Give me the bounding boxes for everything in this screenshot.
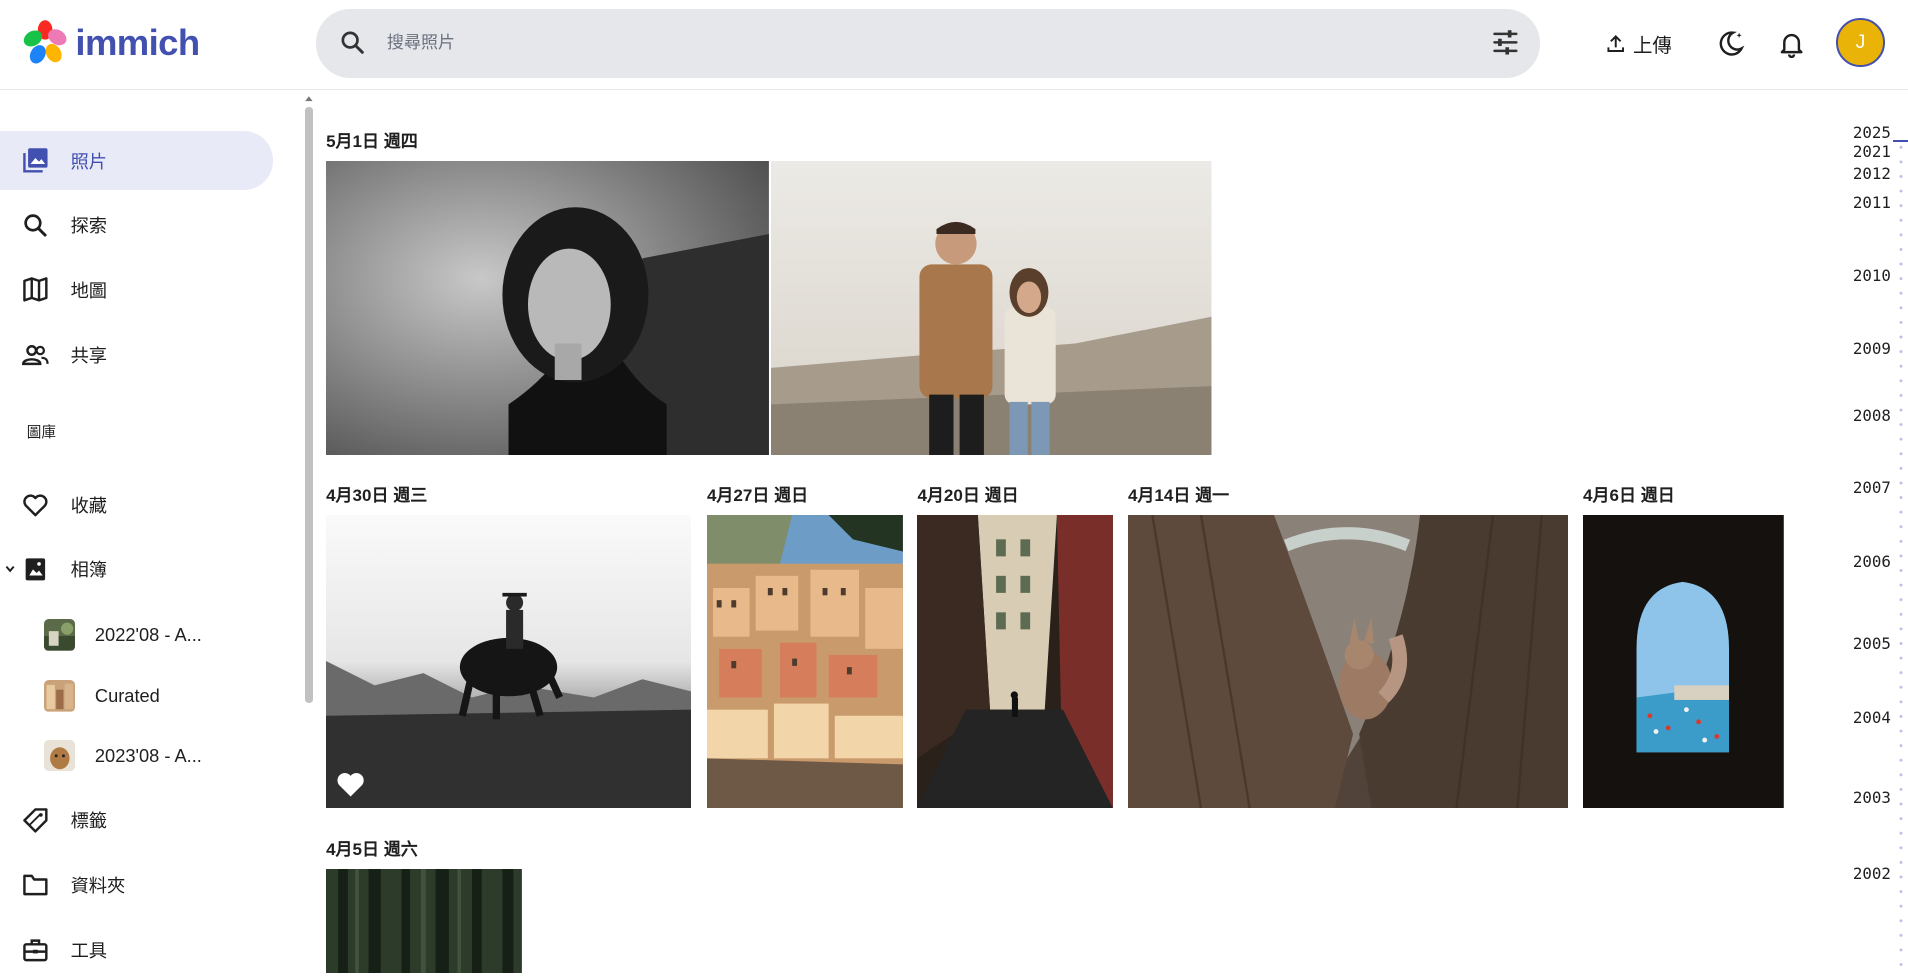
toolbox-icon [0,937,71,964]
user-avatar[interactable]: J [1836,18,1885,67]
photos-icon [0,147,71,174]
tag-icon [0,807,71,834]
sidebar-scrollbar[interactable] [304,95,314,977]
scrollbar-thumb[interactable] [305,107,313,704]
sidebar-item-label: 資料夾 [70,874,126,896]
photo-thumbnail[interactable] [326,868,522,974]
scrubber-dots [1899,139,1904,977]
date-group-label: 4月30日 週三 [326,485,428,505]
photo-timeline: 5月1日 週四 4月30日 週三 4月27日 週日 4月20日 週日 4月14日… [314,91,1835,977]
date-group-label: 5月1日 週四 [326,131,418,151]
map-icon [0,276,71,303]
upload-button[interactable]: 上傳 [1596,27,1681,61]
sidebar-item-favorites[interactable]: 收藏 [0,476,273,534]
favorite-heart-icon[interactable] [336,771,365,798]
bell-icon [1780,34,1803,59]
year-label[interactable]: 2002 [1853,864,1891,883]
year-label[interactable]: 2003 [1853,788,1891,807]
sidebar-item-label: 共享 [70,345,108,367]
year-label[interactable]: 2004 [1853,708,1891,727]
immich-logo-icon [23,20,67,64]
heart-icon [0,492,71,519]
app-name: immich [75,21,200,63]
year-label[interactable]: 2008 [1853,406,1891,425]
photo-thumbnail[interactable] [1583,514,1784,808]
search-icon[interactable] [338,28,367,63]
scroll-up-icon[interactable] [304,95,314,102]
sidebar-item-explore[interactable]: 探索 [0,196,273,254]
sidebar-item-utilities[interactable]: 工具 [0,921,273,977]
sidebar-item-albums[interactable]: 相簿 [0,540,273,598]
photo-thumbnail[interactable] [326,160,769,456]
theme-toggle-button[interactable] [1713,27,1747,61]
app-logo[interactable]: immich [22,19,200,65]
album-thumbnail [43,619,76,651]
sidebar: 照片 探索 地圖 共享 圖庫 收藏 相簿 2022'08 - A... Cura… [0,91,302,977]
album-label: 2023'08 - A... [94,744,202,766]
sidebar-item-tags[interactable]: 標籤 [0,791,273,849]
sidebar-item-photos[interactable]: 照片 [0,131,273,190]
sidebar-item-label: 工具 [70,940,108,962]
folder-icon [0,871,71,898]
year-label[interactable]: 2005 [1853,634,1891,653]
library-section-title: 圖庫 [26,425,56,441]
search-icon [0,212,71,239]
sidebar-item-label: 探索 [70,215,108,237]
album-label: 2022'08 - A... [94,624,202,646]
album-item[interactable]: Curated [43,672,273,721]
year-label[interactable]: 2012 [1853,164,1891,183]
sidebar-item-map[interactable]: 地圖 [0,260,273,318]
sidebar-item-label: 相簿 [70,559,108,581]
upload-label: 上傳 [1632,35,1672,58]
search-bar[interactable] [316,8,1541,78]
album-label: Curated [94,684,160,706]
date-group-label: 4月20日 週日 [917,485,1019,505]
photo-thumbnail[interactable] [1127,514,1569,808]
search-input[interactable] [386,25,1458,60]
year-label[interactable]: 2009 [1853,339,1891,358]
date-group-label: 4月5日 週六 [326,839,418,859]
year-label[interactable]: 2025 [1853,123,1891,142]
sidebar-item-label: 照片 [70,150,108,172]
album-thumbnail [43,680,76,712]
app-root: immich 上傳 J 照片 [0,0,1908,977]
top-bar: immich 上傳 J [0,0,1908,91]
sidebar-item-label: 收藏 [70,494,108,516]
sidebar-item-label: 標籤 [70,810,108,832]
sidebar-item-folders[interactable]: 資料夾 [0,855,273,913]
year-label[interactable]: 2021 [1853,142,1891,161]
photo-thumbnail[interactable] [771,160,1212,456]
photo-thumbnail[interactable] [917,514,1114,808]
photo-thumbnail[interactable] [706,514,903,808]
sidebar-item-sharing[interactable]: 共享 [0,326,273,384]
year-label[interactable]: 2010 [1853,266,1891,285]
upload-icon [1607,35,1625,53]
notifications-button[interactable] [1774,27,1808,61]
chevron-down-icon[interactable] [4,558,16,580]
album-thumbnail [43,739,76,772]
sidebar-item-label: 地圖 [70,279,108,301]
year-label[interactable]: 2007 [1853,478,1891,497]
people-icon [0,342,71,369]
album-item[interactable]: 2022'08 - A... [43,611,273,660]
year-label[interactable]: 2011 [1853,193,1891,212]
year-scrubber[interactable]: 2025 2021 2012 2011 2010 2009 2008 2007 … [1835,91,1908,977]
album-item[interactable]: 2023'08 - A... [43,731,273,780]
date-group-label: 4月6日 週日 [1583,485,1675,505]
date-group-label: 4月14日 週一 [1127,485,1230,505]
year-label[interactable]: 2006 [1853,552,1891,571]
photo-thumbnail[interactable] [326,514,692,808]
moon-icon [1719,31,1745,56]
date-group-label: 4月27日 週日 [706,485,809,505]
search-filter-icon[interactable] [1492,29,1519,62]
